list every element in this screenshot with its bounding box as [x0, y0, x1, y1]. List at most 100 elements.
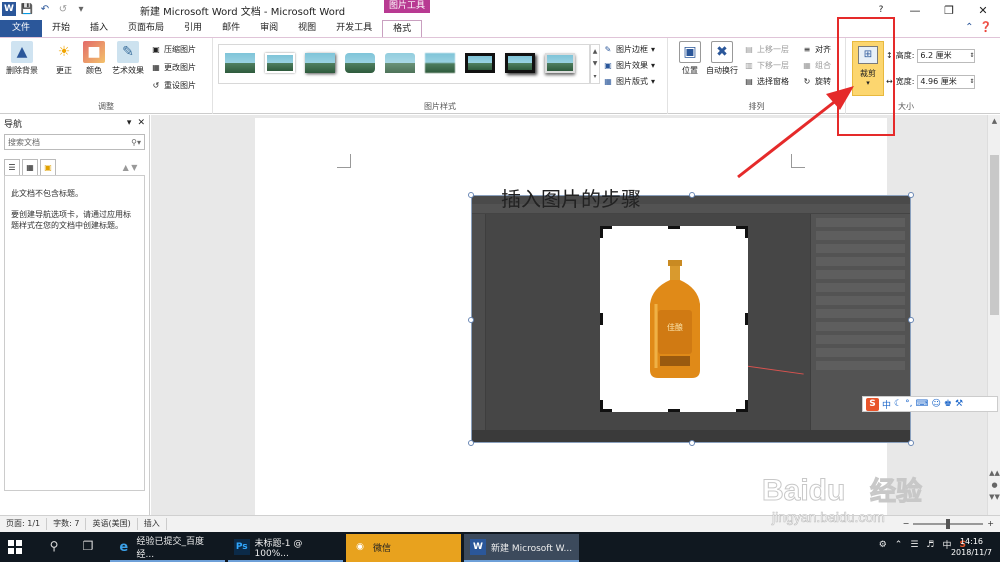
- style-thumb[interactable]: [423, 48, 457, 78]
- taskbar-app-wechat[interactable]: ◉ 微信: [346, 534, 461, 562]
- taskbar-app-word[interactable]: W 新建 Microsoft W...: [464, 534, 579, 562]
- moon-icon[interactable]: ☾: [894, 399, 902, 409]
- nav-search-input[interactable]: 搜索文档 ⚲▾: [4, 134, 145, 150]
- search-icon[interactable]: ⚲: [46, 539, 62, 555]
- remove-background-icon: ▲: [11, 41, 33, 63]
- close-icon[interactable]: ✕: [137, 118, 145, 128]
- group-button[interactable]: ▦ 组合: [802, 59, 831, 71]
- nav-arrows[interactable]: ▲ ▼: [115, 159, 145, 175]
- tab-file[interactable]: 文件: [0, 20, 42, 37]
- wrap-text-button[interactable]: ✖ 自动换行: [700, 41, 744, 76]
- artistic-effects-button[interactable]: ✎ 艺术效果: [108, 41, 148, 76]
- chevron-down-icon[interactable]: ▾: [127, 118, 132, 128]
- align-button[interactable]: ≡ 对齐: [802, 43, 831, 55]
- style-thumb[interactable]: [503, 48, 537, 78]
- resize-handle[interactable]: [908, 192, 914, 198]
- inserted-picture[interactable]: 佳酿: [468, 192, 914, 446]
- start-button[interactable]: [8, 540, 22, 554]
- network-icon[interactable]: ☰: [910, 540, 918, 550]
- reset-picture-button[interactable]: ↺ 重设图片: [151, 79, 196, 91]
- collapse-ribbon-icon[interactable]: ⌃: [965, 22, 973, 33]
- tab-page-layout[interactable]: 页面布局: [118, 20, 174, 37]
- redo-icon[interactable]: ↺: [56, 2, 70, 16]
- ime-mode[interactable]: 中: [882, 398, 891, 411]
- remove-background-button[interactable]: ▲ 删除背景: [2, 41, 42, 76]
- resize-handle[interactable]: [908, 440, 914, 446]
- style-thumb[interactable]: [263, 48, 297, 78]
- undo-icon[interactable]: ↶: [38, 2, 52, 16]
- save-icon[interactable]: 💾: [20, 2, 34, 16]
- sogou-logo-icon[interactable]: S: [866, 397, 879, 411]
- status-language[interactable]: 英语(美国): [86, 518, 138, 530]
- task-view-icon[interactable]: ❐: [80, 539, 96, 555]
- picture-border-button[interactable]: ✎ 图片边框 ▾: [603, 43, 655, 55]
- wrench-icon[interactable]: ⚒: [955, 399, 963, 409]
- tab-developer[interactable]: 开发工具: [326, 20, 382, 37]
- scroll-up-icon[interactable]: ▲: [988, 117, 1000, 129]
- style-thumb[interactable]: [223, 48, 257, 78]
- tab-references[interactable]: 引用: [174, 20, 212, 37]
- picture-border-label: 图片边框: [616, 44, 648, 54]
- style-thumb[interactable]: [383, 48, 417, 78]
- resize-handle[interactable]: [468, 317, 474, 323]
- tab-insert[interactable]: 插入: [80, 20, 118, 37]
- position-icon: ▣: [679, 41, 701, 63]
- picture-layout-button[interactable]: ▦ 图片版式 ▾: [603, 75, 655, 87]
- restore-button[interactable]: ❐: [932, 0, 966, 20]
- picture-effects-button[interactable]: ▣ 图片效果 ▾: [603, 59, 655, 71]
- correct-label: 更正: [56, 66, 72, 75]
- headings-view-icon[interactable]: ☰: [4, 159, 20, 175]
- style-thumb[interactable]: [463, 48, 497, 78]
- search-icon[interactable]: ⚲▾: [131, 138, 141, 147]
- spinner-icon[interactable]: ⇕: [969, 76, 974, 88]
- taskbar-app-ie[interactable]: e 经验已提交_百度经...: [110, 534, 225, 562]
- more-icon[interactable]: ▾: [593, 73, 596, 80]
- user-icon[interactable]: ☺: [931, 399, 940, 409]
- help-icon[interactable]: ❓: [980, 22, 992, 33]
- height-input[interactable]: 6.2 厘米 ⇕: [917, 48, 976, 63]
- spinner-icon[interactable]: ⇕: [969, 50, 974, 62]
- style-thumb[interactable]: [343, 48, 377, 78]
- bring-forward-button[interactable]: ▤ 上移一层: [744, 43, 789, 55]
- taskbar-app-photoshop[interactable]: Ps 未标题-1 @ 100%...: [228, 534, 343, 562]
- change-picture-button[interactable]: ▦ 更改图片: [151, 61, 196, 73]
- crop-handle: [600, 313, 603, 325]
- tray-app-icon[interactable]: ⚙: [879, 540, 887, 550]
- style-thumb[interactable]: [543, 48, 577, 78]
- minimize-button[interactable]: —: [898, 0, 932, 20]
- crop-handle: [668, 226, 680, 229]
- chevron-up-icon[interactable]: ⌃: [895, 540, 903, 550]
- pages-view-icon[interactable]: ▦: [22, 159, 38, 175]
- gallery-scroll[interactable]: ▲ ▼ ▾: [590, 44, 600, 84]
- chevron-up-icon[interactable]: ▲: [593, 48, 598, 55]
- status-insert-mode[interactable]: 插入: [138, 518, 167, 530]
- close-button[interactable]: ✕: [966, 0, 1000, 20]
- send-backward-button[interactable]: ▥ 下移一层: [744, 59, 789, 71]
- customize-qat-icon[interactable]: ▾: [74, 2, 88, 16]
- vertical-scrollbar[interactable]: ▲ ▲▲ ● ▼▼: [987, 115, 1000, 515]
- chevron-down-icon[interactable]: ▼: [593, 60, 598, 67]
- style-thumb[interactable]: [303, 48, 337, 78]
- resize-handle[interactable]: [908, 317, 914, 323]
- skin-icon[interactable]: ♚: [944, 399, 952, 409]
- tab-format[interactable]: 格式: [382, 20, 423, 37]
- tab-home[interactable]: 开始: [42, 20, 80, 37]
- results-view-icon[interactable]: ▣: [40, 159, 56, 175]
- navigation-pane: 导航 ▾ ✕ 搜索文档 ⚲▾ ☰ ▦ ▣ ▲ ▼ 此文档不包含标题。 要创建导航…: [0, 115, 150, 515]
- word-logo-icon[interactable]: W: [2, 2, 16, 16]
- document-heading[interactable]: 插入图片的步骤: [255, 183, 887, 212]
- resize-handle[interactable]: [689, 440, 695, 446]
- keyboard-icon[interactable]: ⌨: [915, 399, 928, 409]
- punctuation-icon[interactable]: °,: [905, 399, 912, 409]
- width-input[interactable]: 4.96 厘米 ⇕: [917, 74, 976, 89]
- status-words[interactable]: 字数: 7: [47, 518, 87, 530]
- volume-icon[interactable]: ♬: [926, 540, 934, 550]
- tab-view[interactable]: 视图: [288, 20, 326, 37]
- scroll-thumb[interactable]: [990, 155, 999, 315]
- compress-pictures-button[interactable]: ▣ 压缩图片: [151, 43, 196, 55]
- tab-mailings[interactable]: 邮件: [212, 20, 250, 37]
- tab-review[interactable]: 审阅: [250, 20, 288, 37]
- clock[interactable]: 14:16 2018/11/7: [951, 536, 992, 558]
- status-page[interactable]: 页面: 1/1: [0, 518, 48, 530]
- resize-handle[interactable]: [468, 440, 474, 446]
